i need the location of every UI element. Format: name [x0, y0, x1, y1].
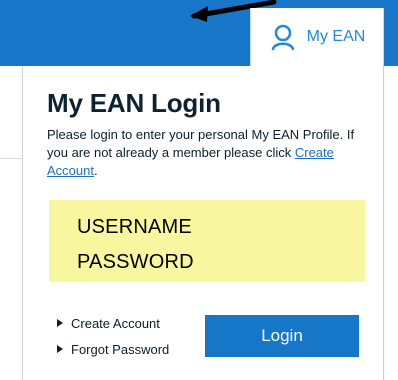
triangle-right-icon [57, 319, 63, 327]
forgot-password-link[interactable]: Forgot Password [57, 339, 207, 359]
create-account-link-label: Create Account [71, 315, 160, 331]
login-title: My EAN Login [47, 88, 221, 118]
login-description: Please login to enter your personal My E… [47, 126, 373, 180]
my-ean-tab-label: My EAN [306, 28, 366, 45]
login-panel: My EAN Login Please login to enter your … [22, 66, 384, 380]
background-divider [0, 158, 22, 159]
account-links: Create Account Forgot Password [57, 313, 207, 365]
password-label: PASSWORD [77, 251, 194, 273]
description-period: . [93, 163, 98, 178]
triangle-right-icon [57, 345, 63, 353]
login-button[interactable]: Login [205, 315, 359, 357]
my-ean-account-tab[interactable]: My EAN [250, 8, 384, 66]
credentials-highlight-box: USERNAME PASSWORD [49, 200, 365, 282]
create-account-link[interactable]: Create Account [57, 313, 207, 333]
username-label: USERNAME [77, 216, 192, 238]
forgot-password-link-label: Forgot Password [71, 341, 170, 357]
login-dropdown-screen: My EAN My EAN Login Please login to ente… [0, 0, 398, 380]
user-outline-icon [271, 24, 294, 51]
